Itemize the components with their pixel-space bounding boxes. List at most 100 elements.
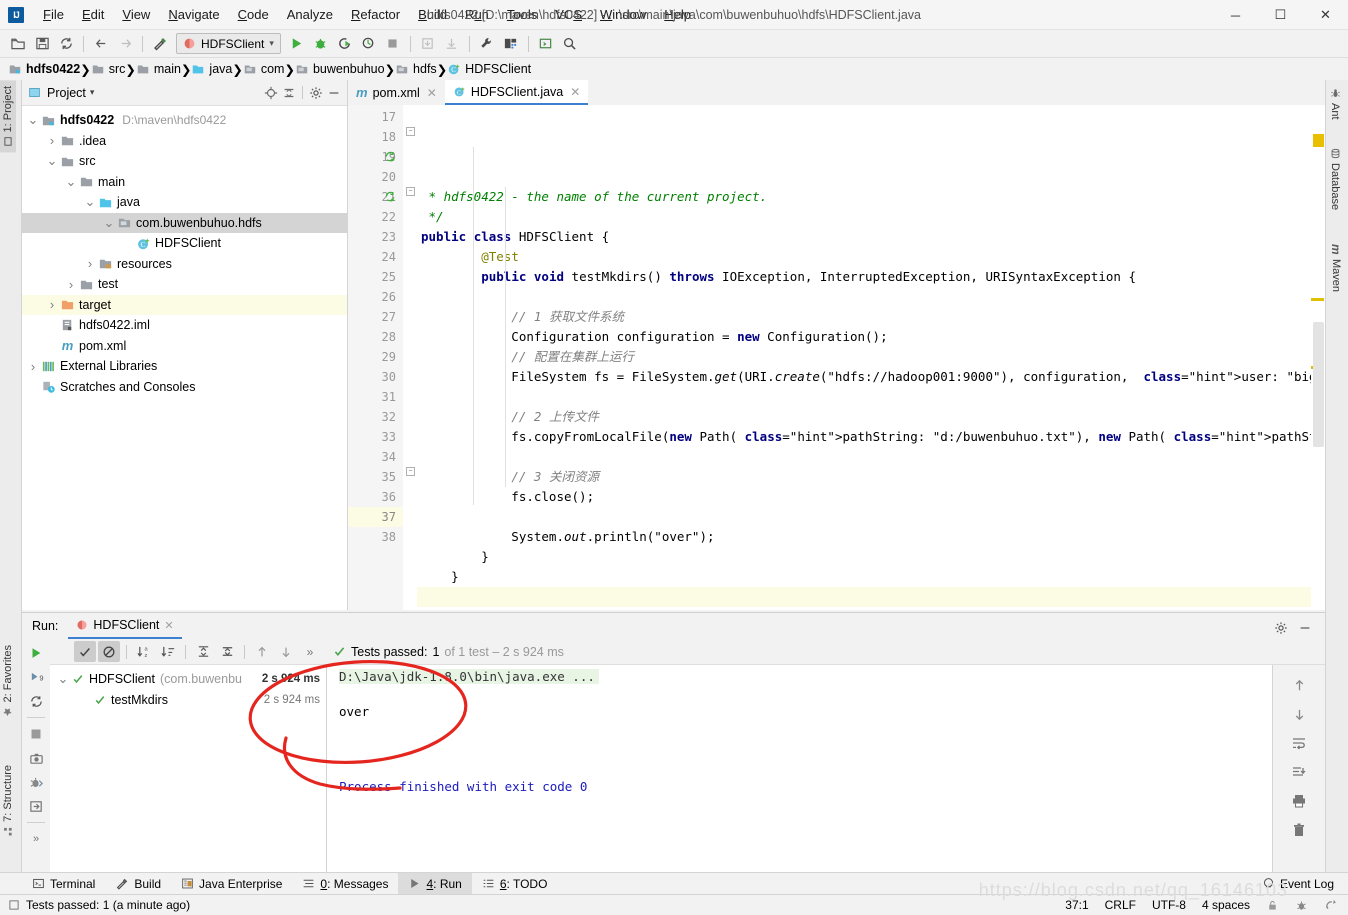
warning-marker[interactable]	[1311, 298, 1324, 301]
tree-node-pom-xml[interactable]: m pom.xml	[22, 336, 347, 357]
code-line[interactable]: Configuration configuration = new Config…	[417, 327, 1325, 347]
tree-node-hdfs0422-iml[interactable]: hdfs0422.iml	[22, 315, 347, 336]
lock-icon[interactable]	[1266, 899, 1279, 912]
down-arrow-icon[interactable]	[1288, 704, 1310, 724]
up-arrow-icon[interactable]	[1288, 675, 1310, 695]
code-line[interactable]	[417, 387, 1325, 407]
next-failed-icon[interactable]	[275, 641, 297, 662]
trash-icon[interactable]	[1288, 820, 1310, 840]
breadcrumb-item-hdfsclient[interactable]: C HDFSClient	[447, 62, 531, 76]
chevron-down-icon[interactable]: ⌄	[64, 175, 78, 188]
hide-icon[interactable]	[1295, 618, 1315, 638]
run-coverage-icon[interactable]	[334, 33, 356, 55]
tree-node-src[interactable]: ⌄ src	[22, 151, 347, 172]
menu-run[interactable]: Run	[456, 3, 498, 26]
editor-body[interactable]: 17 18 19 20 21 22 23 24 25 26 27 28 29 30 31 32 33 34 35 36…	[348, 105, 1325, 610]
fold-marker[interactable]: −	[406, 187, 415, 196]
code-line[interactable]: * hdfs0422 - the name of the current pro…	[417, 187, 1325, 207]
sort-alpha-icon[interactable]: az	[133, 641, 155, 662]
menu-refactor[interactable]: Refactor	[342, 3, 409, 26]
prev-failed-icon[interactable]	[251, 641, 273, 662]
code-line[interactable]: }	[417, 567, 1325, 587]
tree-node-hdfs0422[interactable]: ⌄ hdfs0422 D:\maven\hdfs0422	[22, 110, 347, 131]
code-line[interactable]: System.out.println("over");	[417, 527, 1325, 547]
print-icon[interactable]	[1288, 791, 1310, 811]
chevron-down-icon[interactable]: ▾	[269, 38, 274, 49]
code-line[interactable]	[417, 447, 1325, 467]
test-tree-row[interactable]: ⌄ HDFSClient (com.buwenbu 2 s 924 ms	[50, 668, 326, 689]
event-log-button[interactable]: Event Log	[1262, 877, 1348, 891]
run-test-gutter-icon[interactable]	[384, 150, 397, 163]
menu-help[interactable]: Help	[655, 3, 700, 26]
run-icon[interactable]	[286, 33, 308, 55]
sidebar-item-structure[interactable]: 7: Structure	[0, 759, 16, 843]
test-tree-row[interactable]: testMkdirs 2 s 924 ms	[50, 689, 326, 710]
code-line[interactable]: }	[417, 547, 1325, 567]
code-line[interactable]: // 配置在集群上运行	[417, 347, 1325, 367]
code-line[interactable]: fs.close();	[417, 487, 1325, 507]
breadcrumb-item-com[interactable]: com	[243, 62, 284, 76]
tree-node-com-buwenbuhuo-hdfs[interactable]: ⌄ com.buwenbuhuo.hdfs	[22, 212, 347, 233]
tree-node-java[interactable]: ⌄ java	[22, 192, 347, 213]
tree-node-test[interactable]: › test	[22, 274, 347, 295]
tab-hdfsclient-java[interactable]: C HDFSClient.java ✕	[444, 80, 589, 105]
inspection-icon[interactable]	[1295, 899, 1308, 912]
file-encoding[interactable]: UTF-8	[1152, 898, 1186, 912]
close-icon[interactable]: ✕	[427, 86, 437, 100]
maximize-button[interactable]: ☐	[1258, 0, 1303, 30]
tree-node-resources[interactable]: › resources	[22, 254, 347, 275]
code-line[interactable]: // 2 上传文件	[417, 407, 1325, 427]
chevron-down-icon[interactable]: ⌄	[83, 195, 97, 208]
chevron-right-icon[interactable]: ›	[45, 297, 59, 312]
chevron-down-icon[interactable]: ⌄	[26, 113, 40, 126]
back-arrow-icon[interactable]	[90, 33, 112, 55]
console-output[interactable]: D:\Java\jdk-1.8.0\bin\java.exe ... over …	[327, 665, 1272, 876]
tab-pom-xml[interactable]: m pom.xml ✕	[348, 80, 445, 105]
hide-ignored-icon[interactable]	[98, 641, 120, 662]
minimize-button[interactable]: ─	[1213, 0, 1258, 30]
rerun-green-icon[interactable]	[25, 642, 47, 664]
console-icon[interactable]	[535, 33, 557, 55]
chevron-right-icon[interactable]: ›	[64, 277, 78, 292]
chevron-right-icon[interactable]: ›	[26, 359, 40, 374]
tree-node-hdfsclient[interactable]: C HDFSClient	[22, 233, 347, 254]
indent-setting[interactable]: 4 spaces	[1202, 898, 1250, 912]
dump-threads-icon[interactable]	[25, 771, 47, 793]
code-line[interactable]	[417, 587, 1325, 607]
breadcrumb-item-buwenbuhuo[interactable]: buwenbuhuo	[295, 62, 385, 76]
run-tab-hdfsclient[interactable]: HDFSClient ✕	[68, 613, 182, 639]
run-test-gutter-icon[interactable]	[384, 190, 397, 203]
sidebar-item-project[interactable]: 1: Project	[0, 80, 16, 153]
collapse-all-icon[interactable]	[282, 86, 296, 100]
tree-node-external-libraries[interactable]: › External Libraries	[22, 356, 347, 377]
chevron-down-icon[interactable]: ▾	[90, 87, 95, 98]
show-passed-icon[interactable]	[74, 641, 96, 662]
tool-window-messages[interactable]: 0: Messages	[292, 873, 398, 895]
hide-icon[interactable]	[327, 86, 341, 100]
rerun-failed-icon[interactable]: 9	[25, 666, 47, 688]
warning-marker[interactable]	[1313, 134, 1324, 147]
more-icon[interactable]: »	[25, 828, 47, 850]
menu-code[interactable]: Code	[229, 3, 278, 26]
profile-icon[interactable]	[358, 33, 380, 55]
code-line[interactable]	[417, 507, 1325, 527]
menu-edit[interactable]: Edit	[73, 3, 113, 26]
code-line[interactable]: public void testMkdirs() throws IOExcept…	[417, 267, 1325, 287]
fold-marker[interactable]: −	[406, 127, 415, 136]
fold-column[interactable]: − − −	[403, 105, 417, 610]
chevron-right-icon[interactable]: ›	[83, 256, 97, 271]
rerun-auto-icon[interactable]	[25, 690, 47, 712]
tool-window-todo[interactable]: 6: TODO	[472, 873, 558, 895]
code-line[interactable]: @Test	[417, 247, 1325, 267]
stop-icon[interactable]	[382, 33, 404, 55]
scrollbar-thumb[interactable]	[1313, 322, 1324, 447]
tree-node--idea[interactable]: › .idea	[22, 131, 347, 152]
tool-window-build[interactable]: Build	[105, 873, 171, 895]
project-structure-icon[interactable]	[500, 33, 522, 55]
close-button[interactable]: ✕	[1303, 0, 1348, 30]
code-line[interactable]	[417, 287, 1325, 307]
breadcrumb-item-hdfs[interactable]: hdfs	[395, 62, 437, 76]
locate-icon[interactable]	[264, 86, 278, 100]
breadcrumb-item-hdfs0422[interactable]: hdfs0422	[8, 62, 80, 76]
settings-wrench-icon[interactable]	[476, 33, 498, 55]
